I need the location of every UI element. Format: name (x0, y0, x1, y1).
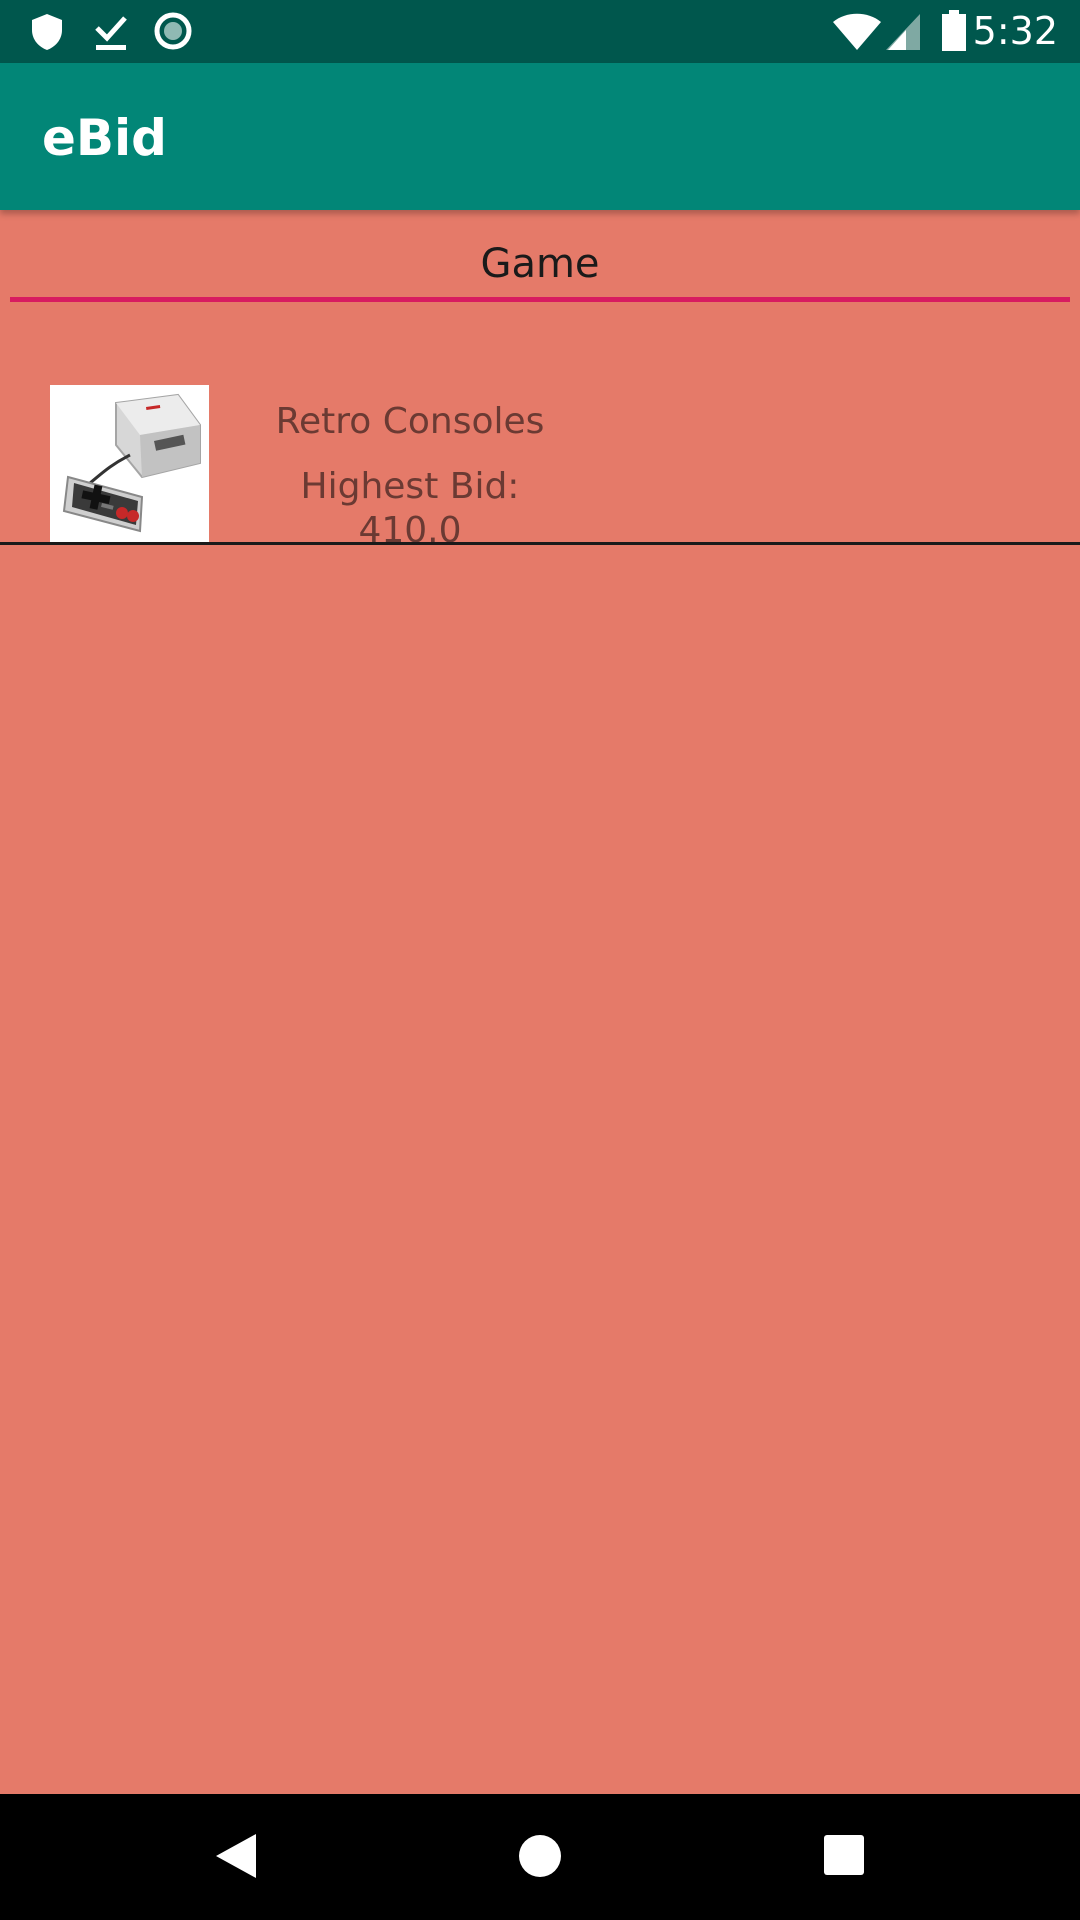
highest-bid-text: Highest Bid: 410.0 (300, 466, 520, 551)
app-title: eBid (42, 109, 167, 167)
tab-indicator (10, 297, 1070, 302)
tab-bar: Game (10, 230, 1070, 304)
listing-title: Retro Consoles (275, 401, 545, 442)
battery-icon (941, 10, 967, 56)
download-done-icon (93, 12, 129, 56)
retro-console-thumbnail (50, 385, 209, 542)
navigation-bar (0, 1794, 1080, 1920)
tab-game[interactable]: Game (10, 230, 1070, 304)
record-icon (153, 11, 193, 55)
app-bar: eBid (0, 63, 1080, 210)
shield-icon (30, 12, 64, 56)
list-divider (0, 542, 1080, 545)
home-icon[interactable] (518, 1834, 562, 1882)
wifi-icon (832, 12, 882, 56)
recents-icon[interactable] (823, 1834, 865, 1880)
back-icon[interactable] (214, 1832, 258, 1884)
status-bar: 5:32 (0, 0, 1080, 63)
list-item[interactable]: Retro Consoles Highest Bid: 410.0 (0, 370, 1080, 551)
status-time: 5:32 (972, 9, 1058, 53)
cell-signal-icon (884, 12, 922, 56)
tab-label: Game (480, 241, 600, 287)
